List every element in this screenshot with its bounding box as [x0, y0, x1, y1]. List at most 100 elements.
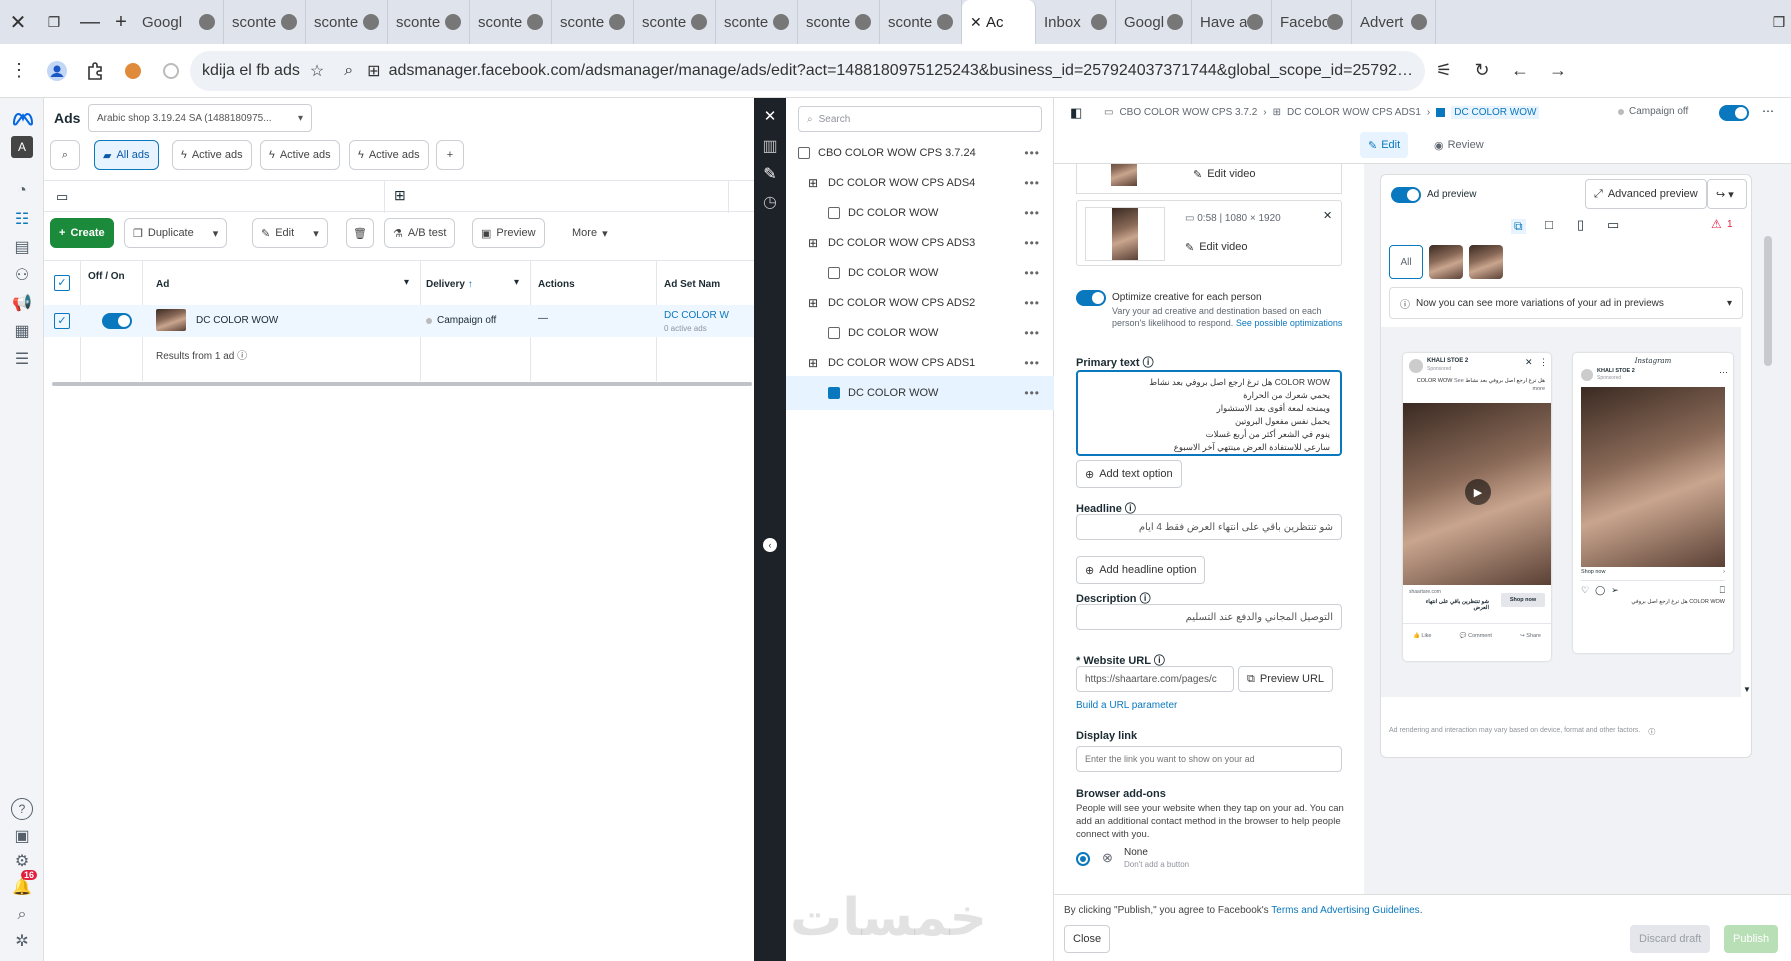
- more-options-icon[interactable]: •••: [1024, 176, 1040, 190]
- browser-tab[interactable]: sconte: [388, 0, 470, 44]
- site-info-icon[interactable]: ⊞: [367, 61, 380, 81]
- history-clock-icon[interactable]: ◷: [760, 192, 780, 212]
- remove-media-icon[interactable]: ✕: [1323, 209, 1332, 222]
- browser-tab[interactable]: sconte: [798, 0, 880, 44]
- grid-view-icon[interactable]: ⊞: [394, 187, 406, 204]
- browser-tab[interactable]: ✕ Ac: [962, 0, 1036, 44]
- search-icon[interactable]: ⌕: [11, 904, 33, 926]
- ig-cta-row[interactable]: Shop now ›: [1581, 569, 1725, 581]
- extension-orange-icon[interactable]: [114, 51, 152, 91]
- tree-search-input[interactable]: ⌕ Search: [798, 106, 1042, 132]
- browser-tab[interactable]: sconte: [552, 0, 634, 44]
- window-minimize-icon[interactable]: —: [72, 0, 108, 44]
- col-ad[interactable]: Ad: [156, 279, 169, 290]
- tree-item-adset[interactable]: ⊞ DC COLOR WOW CPS ADS2 •••: [786, 286, 1054, 320]
- optimizations-link[interactable]: See possible optimizations: [1236, 318, 1343, 328]
- reload-icon[interactable]: ↻: [1463, 51, 1501, 91]
- help-icon[interactable]: ?: [11, 798, 33, 820]
- filter-active-ads-1[interactable]: ϟ Active ads: [172, 140, 252, 170]
- fb-cta-button[interactable]: Shop now: [1501, 593, 1545, 607]
- filter-all-variations[interactable]: All: [1389, 245, 1423, 279]
- edit-video-button-1[interactable]: ✎ Edit video: [1185, 164, 1264, 188]
- window-restore-icon[interactable]: ❐: [36, 0, 72, 44]
- comment-icon[interactable]: ◯: [1595, 585, 1605, 596]
- audiences-icon[interactable]: ▤: [11, 236, 33, 258]
- primary-text-area[interactable]: COLOR WOW هل ترغ ارجع اصل بروفي بعد نشاط…: [1076, 370, 1342, 456]
- collapse-arrow-icon[interactable]: ‹: [763, 538, 777, 552]
- filter-active-ads-3[interactable]: ϟ Active ads: [349, 140, 429, 170]
- browser-tab[interactable]: sconte: [470, 0, 552, 44]
- terms-link[interactable]: Terms and Advertising Guidelines: [1271, 905, 1419, 916]
- chart-icon[interactable]: ▥: [760, 136, 780, 156]
- folder-outline-icon[interactable]: ▭: [56, 189, 68, 205]
- browser-tab[interactable]: Googl: [134, 0, 224, 44]
- tab-search-icon[interactable]: ❒: [1767, 0, 1791, 44]
- play-button-icon[interactable]: ▶: [1465, 479, 1491, 505]
- sidebar-toggle-icon[interactable]: ◧: [1070, 105, 1082, 121]
- placement-feed-icon[interactable]: ⧉: [1511, 219, 1526, 234]
- menu-dots-icon[interactable]: ⋮: [0, 51, 38, 91]
- meta-logo-icon[interactable]: [11, 108, 35, 130]
- window-close-icon[interactable]: ✕: [0, 0, 36, 44]
- report-icon[interactable]: ▣: [11, 825, 33, 847]
- delete-button[interactable]: 🗑: [346, 218, 374, 248]
- tab-close-icon[interactable]: ✕: [970, 14, 986, 30]
- like-button[interactable]: 👍 Like: [1413, 633, 1431, 639]
- more-options-icon[interactable]: •••: [1024, 146, 1040, 160]
- header-checkbox[interactable]: ✓: [54, 275, 70, 291]
- more-icon[interactable]: ⋮: [1539, 357, 1548, 368]
- search-lens-icon[interactable]: ⌕: [344, 62, 353, 80]
- warning-icon[interactable]: ⚠: [1711, 217, 1722, 231]
- ab-test-button[interactable]: ⚗ A/B test: [384, 218, 456, 248]
- optimize-creative-toggle[interactable]: [1076, 290, 1106, 306]
- create-button[interactable]: + Create: [50, 218, 114, 248]
- table-row[interactable]: ✓ DC COLOR WOW Campaign off — DC COLOR W…: [44, 305, 754, 337]
- tree-item-ad[interactable]: DC COLOR WOW •••: [786, 316, 1054, 350]
- tree-item-ad[interactable]: DC COLOR WOW •••: [786, 196, 1054, 230]
- add-filter-button[interactable]: +: [436, 140, 464, 170]
- col-actions[interactable]: Actions: [538, 279, 575, 290]
- table-search-button[interactable]: ⌕: [50, 140, 80, 170]
- breadcrumb-adset[interactable]: DC COLOR WOW CPS ADS1: [1287, 107, 1421, 118]
- variations-notice[interactable]: ⓘ Now you can see more variations of your…: [1389, 287, 1743, 319]
- tree-item-adset[interactable]: ⊞ DC COLOR WOW CPS ADS4 •••: [786, 166, 1054, 200]
- browser-tab[interactable]: Inbox: [1036, 0, 1116, 44]
- discard-draft-button[interactable]: Discard draft: [1630, 925, 1711, 953]
- preview-button[interactable]: ▣ Preview: [472, 218, 545, 248]
- tree-item-adset[interactable]: ⊞ DC COLOR WOW CPS ADS3 •••: [786, 226, 1054, 260]
- edit-pencil-icon[interactable]: ✎: [760, 164, 780, 184]
- tab-edit[interactable]: ✎ Edit: [1360, 132, 1409, 158]
- ad-status-toggle[interactable]: [1719, 105, 1749, 121]
- display-link-input[interactable]: [1076, 746, 1342, 772]
- radio-none[interactable]: [1076, 852, 1090, 866]
- placement-square-icon[interactable]: □: [1545, 217, 1553, 232]
- page-settings-icon[interactable]: ⚟: [1425, 51, 1463, 91]
- col-ad-set[interactable]: Ad Set Nam: [664, 279, 720, 290]
- back-icon[interactable]: ←: [1501, 51, 1539, 91]
- facebook-feed-preview[interactable]: KHALI STOE 2 Sponsored ✕ ⋮ هل ترغ ارجع ا…: [1403, 353, 1551, 661]
- bookmark-icon[interactable]: ⎕: [1720, 585, 1725, 596]
- more-options-icon[interactable]: •••: [1024, 356, 1040, 370]
- close-icon[interactable]: ✕: [1525, 357, 1533, 368]
- tree-item-ad[interactable]: DC COLOR WOW •••: [786, 256, 1054, 290]
- more-options-icon[interactable]: •••: [1024, 266, 1040, 280]
- more-options-icon[interactable]: •••: [1024, 296, 1040, 310]
- filter-active-ads-2[interactable]: ϟ Active ads: [260, 140, 340, 170]
- placement-wide-icon[interactable]: ▭: [1607, 217, 1619, 233]
- col-ad-sort-icon[interactable]: ▾: [404, 277, 409, 288]
- tree-item-campaign[interactable]: CBO COLOR WOW CPS 3.7.24 •••: [786, 136, 1054, 170]
- variation-thumb-1[interactable]: [1429, 245, 1463, 279]
- description-input[interactable]: التوصيل المجاني والدفع عند التسليم: [1076, 604, 1342, 630]
- col-off-on[interactable]: Off / On: [88, 271, 128, 282]
- ad-preview-toggle[interactable]: [1391, 187, 1421, 203]
- comment-button[interactable]: 💬 Comment: [1460, 633, 1492, 639]
- tree-item-adset[interactable]: ⊞ DC COLOR WOW CPS ADS1 •••: [786, 346, 1054, 380]
- megaphone-icon[interactable]: 📢: [11, 292, 33, 314]
- col-delivery-menu-icon[interactable]: ▾: [514, 277, 519, 288]
- placement-phone-icon[interactable]: ▯: [1577, 217, 1584, 233]
- more-options-icon[interactable]: •••: [1024, 206, 1040, 220]
- more-button[interactable]: More ▾: [564, 218, 616, 248]
- url-field[interactable]: kdija el fb ads ☆ ⌕ ⊞ adsmanager.faceboo…: [190, 50, 1425, 91]
- row-toggle[interactable]: [102, 313, 132, 329]
- share-button[interactable]: ↪ Share: [1520, 633, 1541, 639]
